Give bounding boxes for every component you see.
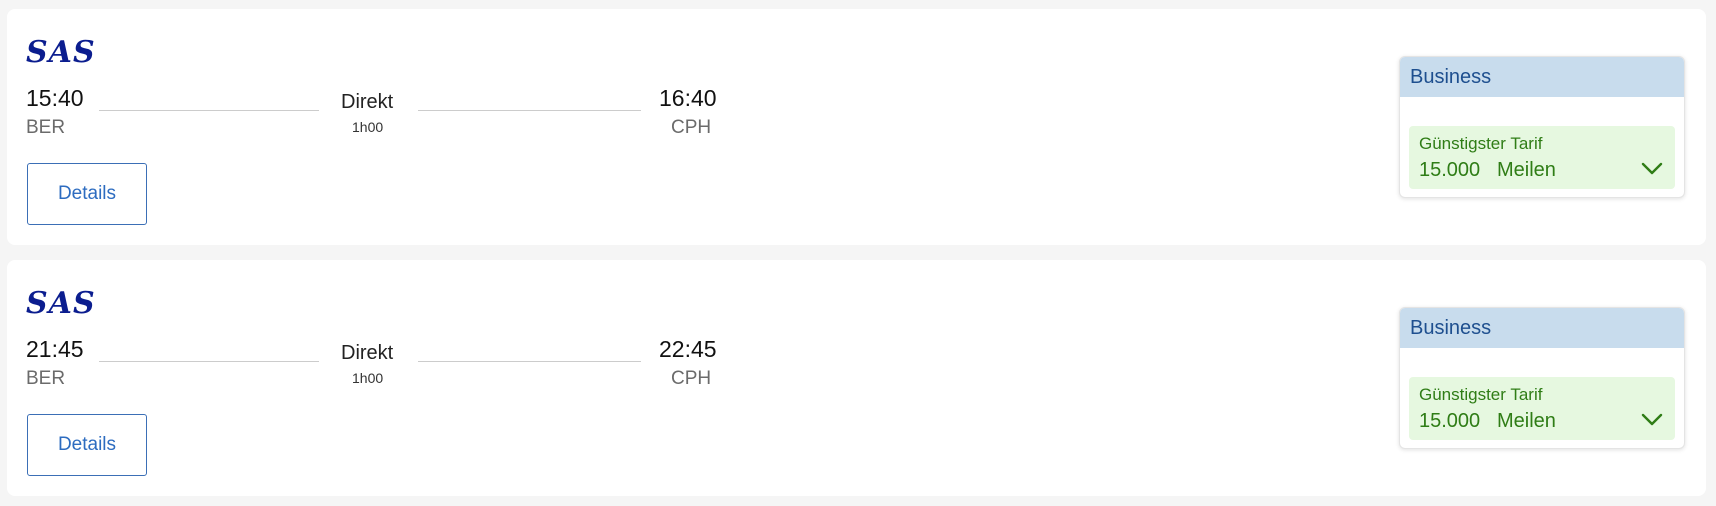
cabin-class-header: Business bbox=[1400, 308, 1684, 348]
stops-label: Direkt bbox=[341, 91, 394, 113]
flight-duration: 1h00 bbox=[352, 119, 384, 135]
chevron-down-icon bbox=[1641, 413, 1663, 426]
details-button[interactable]: Details bbox=[27, 414, 147, 476]
flight-duration: 1h00 bbox=[352, 370, 384, 386]
fare-miles-unit: Meilen bbox=[1497, 159, 1556, 181]
fare-option-dropdown[interactable]: Günstigster Tarif 15.000 Meilen bbox=[1409, 377, 1675, 440]
departure-time: 15:40 bbox=[26, 85, 84, 111]
fare-miles-amount: 15.000 bbox=[1419, 159, 1481, 181]
fare-box-business: Business Günstigster Tarif 15.000 Meilen bbox=[1399, 56, 1685, 198]
departure-time: 21:45 bbox=[26, 336, 84, 362]
fare-miles-unit: Meilen bbox=[1497, 410, 1556, 432]
departure-airport: BER bbox=[26, 368, 66, 389]
flight-results-list: SAS 15:40 BER Direkt 1h00 16:40 CPH Deta… bbox=[0, 0, 1716, 506]
fare-option-dropdown[interactable]: Günstigster Tarif 15.000 Meilen bbox=[1409, 126, 1675, 189]
route-line-right bbox=[418, 361, 641, 362]
airline-logo: SAS bbox=[26, 286, 96, 321]
flight-card: SAS 15:40 BER Direkt 1h00 16:40 CPH Deta… bbox=[7, 9, 1706, 245]
route-line-right bbox=[418, 110, 641, 111]
arrival-airport: CPH bbox=[671, 368, 712, 389]
airline-logo: SAS bbox=[26, 35, 96, 70]
fare-miles-amount: 15.000 bbox=[1419, 410, 1481, 432]
departure-airport: BER bbox=[26, 117, 66, 138]
flight-card: SAS 21:45 BER Direkt 1h00 22:45 CPH Deta… bbox=[7, 260, 1706, 496]
chevron-down-icon bbox=[1641, 162, 1663, 175]
arrival-time: 22:45 bbox=[659, 336, 717, 362]
fare-box-business: Business Günstigster Tarif 15.000 Meilen bbox=[1399, 307, 1685, 449]
stops-label: Direkt bbox=[341, 342, 394, 364]
fare-label: Günstigster Tarif bbox=[1419, 134, 1543, 153]
route-line-left bbox=[99, 361, 319, 362]
arrival-time: 16:40 bbox=[659, 85, 717, 111]
fare-label: Günstigster Tarif bbox=[1419, 385, 1543, 404]
details-button[interactable]: Details bbox=[27, 163, 147, 225]
route-line-left bbox=[99, 110, 319, 111]
arrival-airport: CPH bbox=[671, 117, 712, 138]
cabin-class-header: Business bbox=[1400, 57, 1684, 97]
